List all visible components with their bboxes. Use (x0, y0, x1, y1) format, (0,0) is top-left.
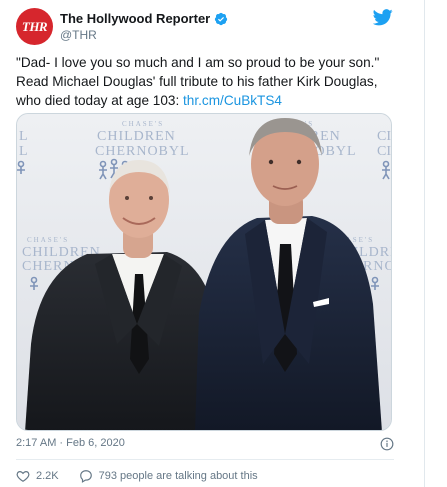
verified-badge-icon (215, 12, 228, 25)
user-handle[interactable]: @THR (60, 28, 228, 42)
timestamp[interactable]: 2:17 AM · Feb 6, 2020 (16, 437, 125, 449)
svg-text:CHILDREN: CHILDREN (97, 129, 176, 144)
tweet-link[interactable]: thr.cm/CuBkTS4 (183, 93, 282, 108)
info-icon[interactable] (380, 437, 394, 451)
svg-text:CHASE'S: CHASE'S (27, 236, 69, 244)
conversation-link[interactable]: 793 people are talking about this (79, 469, 258, 483)
heart-icon (16, 471, 30, 482)
svg-text:L: L (19, 129, 28, 144)
speech-bubble-icon (79, 470, 92, 483)
svg-text:CHASE'S: CHASE'S (122, 120, 164, 128)
svg-text:CI: CI (377, 129, 391, 144)
tweet-text: "Dad- I love you so much and I am so pro… (16, 53, 406, 110)
avatar[interactable]: THR (16, 8, 53, 45)
svg-text:CI: CI (377, 144, 391, 159)
avatar-logo-text: THR (21, 18, 48, 34)
author-block[interactable]: The Hollywood Reporter @THR (60, 11, 228, 42)
tweet-card: THR The Hollywood Reporter @THR "Dad- I … (0, 0, 425, 487)
like-count: 2.2K (36, 470, 59, 482)
conversation-text: 793 people are talking about this (98, 470, 258, 482)
svg-text:CHERNOBYL: CHERNOBYL (95, 144, 190, 159)
tweet-meta: 2:17 AM · Feb 6, 2020 (16, 437, 394, 451)
tweet-header: THR The Hollywood Reporter @THR (16, 8, 396, 46)
display-name[interactable]: The Hollywood Reporter (60, 11, 210, 26)
divider (16, 459, 394, 460)
twitter-bird-icon[interactable] (373, 9, 393, 26)
tweet-photo[interactable]: CHASE'S CHILDREN CHERNOBYL CHASE'S CHILD… (16, 113, 392, 431)
svg-text:L: L (19, 144, 28, 159)
tweet-actions: 2.2K 793 people are talking about this (16, 468, 396, 484)
like-button[interactable]: 2.2K (16, 469, 59, 483)
photo-illustration: CHASE'S CHILDREN CHERNOBYL CHASE'S CHILD… (17, 114, 391, 430)
